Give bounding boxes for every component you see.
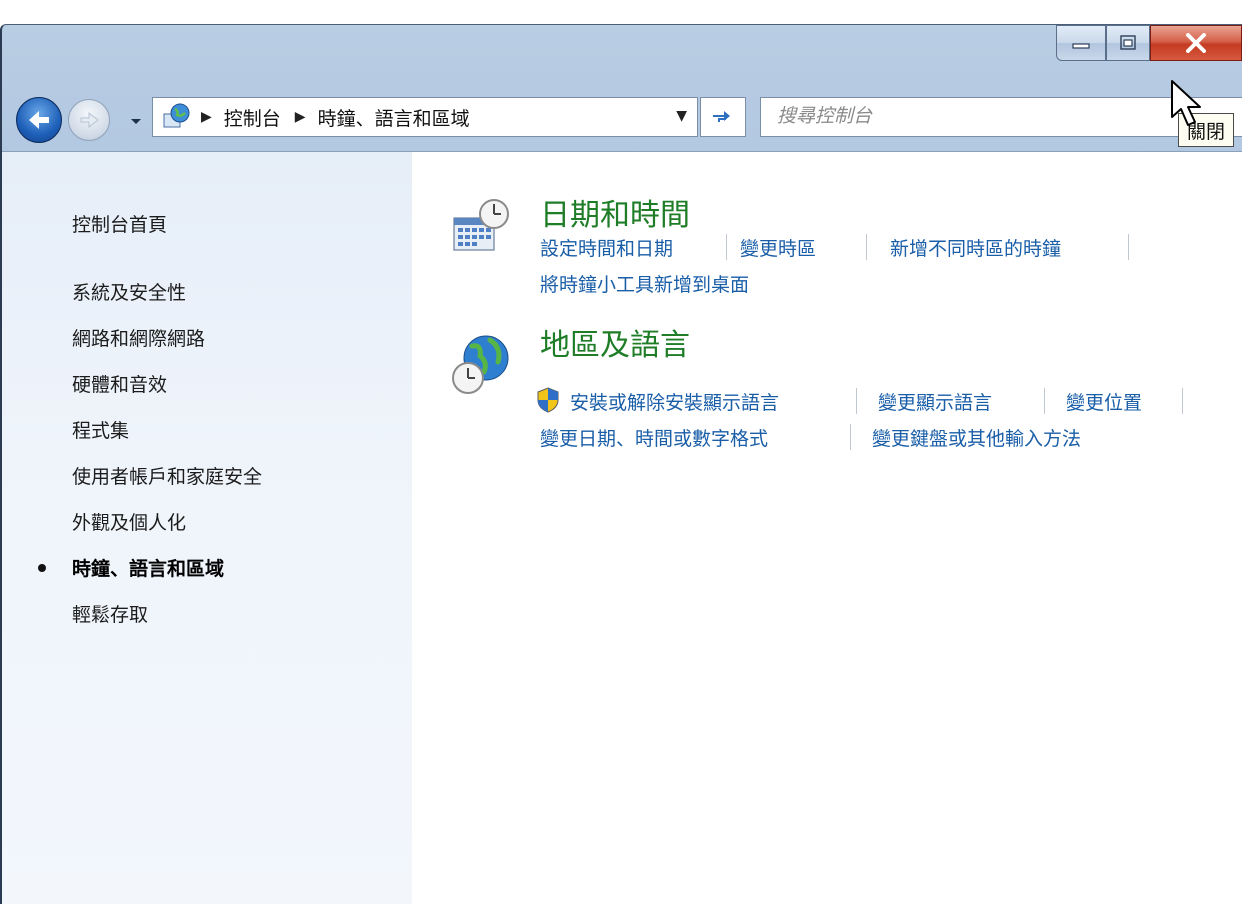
task-link-change-keyboards-input[interactable]: 變更鍵盤或其他輸入方法 bbox=[872, 424, 1081, 451]
category-title-region-language[interactable]: 地區及語言 bbox=[540, 320, 690, 364]
refresh-button[interactable] bbox=[700, 97, 746, 137]
navigation-bar: ▶ 控制台 ▶ 時鐘、語言和區域 ▼ bbox=[2, 89, 1242, 149]
sidebar-item-programs[interactable]: 程式集 bbox=[72, 416, 129, 443]
current-item-bullet bbox=[38, 564, 46, 572]
maximize-button[interactable] bbox=[1106, 25, 1150, 61]
category-title-date-time[interactable]: 日期和時間 bbox=[540, 190, 690, 234]
sidebar-item-user-accounts[interactable]: 使用者帳戶和家庭安全 bbox=[72, 462, 262, 489]
sidebar-item-clock-language-region: 時鐘、語言和區域 bbox=[72, 558, 225, 580]
uac-shield-icon bbox=[537, 387, 559, 413]
close-icon bbox=[1186, 33, 1206, 53]
sidebar-item-appearance[interactable]: 外觀及個人化 bbox=[72, 508, 186, 535]
sidebar-item-system-security[interactable]: 系統及安全性 bbox=[72, 278, 186, 305]
control-panel-globe-icon bbox=[163, 103, 190, 128]
address-dropdown-icon[interactable]: ▼ bbox=[676, 108, 687, 124]
minimize-icon bbox=[1072, 43, 1090, 49]
globe-clock-icon bbox=[452, 335, 509, 394]
task-link-change-location[interactable]: 變更位置 bbox=[1066, 388, 1142, 415]
clock-calendar-icon bbox=[453, 199, 509, 251]
forward-button[interactable] bbox=[68, 99, 110, 141]
task-link-change-display-language[interactable]: 變更顯示語言 bbox=[878, 388, 992, 415]
breadcrumb-separator: ▶ bbox=[201, 109, 212, 125]
caption-buttons bbox=[1056, 25, 1242, 63]
recent-pages-dropdown-icon[interactable] bbox=[128, 113, 144, 129]
task-link-add-clock-gadget[interactable]: 將時鐘小工具新增到桌面 bbox=[540, 270, 749, 297]
breadcrumb-clock-language-region[interactable]: 時鐘、語言和區域 bbox=[318, 104, 470, 131]
breadcrumb-separator: ▶ bbox=[294, 109, 306, 125]
close-button[interactable] bbox=[1150, 25, 1242, 61]
title-bar: ▶ 控制台 ▶ 時鐘、語言和區域 ▼ bbox=[2, 25, 1242, 153]
link-separator bbox=[866, 234, 867, 260]
task-link-add-clocks[interactable]: 新增不同時區的時鐘 bbox=[890, 234, 1061, 261]
refresh-icon bbox=[713, 111, 730, 122]
search-input[interactable] bbox=[775, 105, 1159, 129]
link-separator bbox=[1044, 388, 1045, 414]
minimize-button[interactable] bbox=[1056, 25, 1106, 61]
breadcrumb-control-panel[interactable]: 控制台 bbox=[224, 104, 281, 131]
sidebar-item-ease-of-access[interactable]: 輕鬆存取 bbox=[72, 600, 148, 627]
task-link-change-time-zone[interactable]: 變更時區 bbox=[740, 234, 816, 261]
mouse-cursor-icon bbox=[1171, 80, 1201, 126]
link-separator bbox=[856, 388, 857, 414]
address-bar[interactable]: ▶ 控制台 ▶ 時鐘、語言和區域 ▼ bbox=[152, 97, 698, 137]
task-link-set-time-date[interactable]: 設定時間和日期 bbox=[540, 234, 673, 261]
sidebar-item-hardware-sound[interactable]: 硬體和音效 bbox=[72, 370, 167, 397]
link-separator bbox=[1128, 234, 1129, 260]
sidebar-item-control-panel-home[interactable]: 控制台首頁 bbox=[72, 210, 167, 237]
link-separator bbox=[1182, 388, 1183, 414]
maximize-icon bbox=[1120, 35, 1136, 50]
link-separator bbox=[726, 234, 727, 260]
forward-arrow-icon bbox=[80, 111, 99, 129]
content-area: 控制台首頁 系統及安全性 網路和網際網路 硬體和音效 程式集 使用者帳戶和家庭安… bbox=[2, 151, 1242, 904]
task-link-install-display-language[interactable]: 安裝或解除安裝顯示語言 bbox=[570, 388, 779, 415]
sidebar-item-network-internet[interactable]: 網路和網際網路 bbox=[72, 324, 205, 351]
back-button[interactable] bbox=[16, 97, 62, 143]
navigation-pane: 控制台首頁 系統及安全性 網路和網際網路 硬體和音效 程式集 使用者帳戶和家庭安… bbox=[2, 152, 412, 904]
main-pane: 日期和時間 設定時間和日期 變更時區 新增不同時區的時鐘 將時鐘小工具新增到桌面… bbox=[412, 152, 1242, 904]
task-link-change-date-time-number-formats[interactable]: 變更日期、時間或數字格式 bbox=[540, 424, 768, 451]
control-panel-window: ▶ 控制台 ▶ 時鐘、語言和區域 ▼ 關閉 控制台首頁 bbox=[0, 24, 1242, 904]
link-separator bbox=[850, 424, 851, 450]
back-arrow-icon bbox=[29, 111, 49, 129]
